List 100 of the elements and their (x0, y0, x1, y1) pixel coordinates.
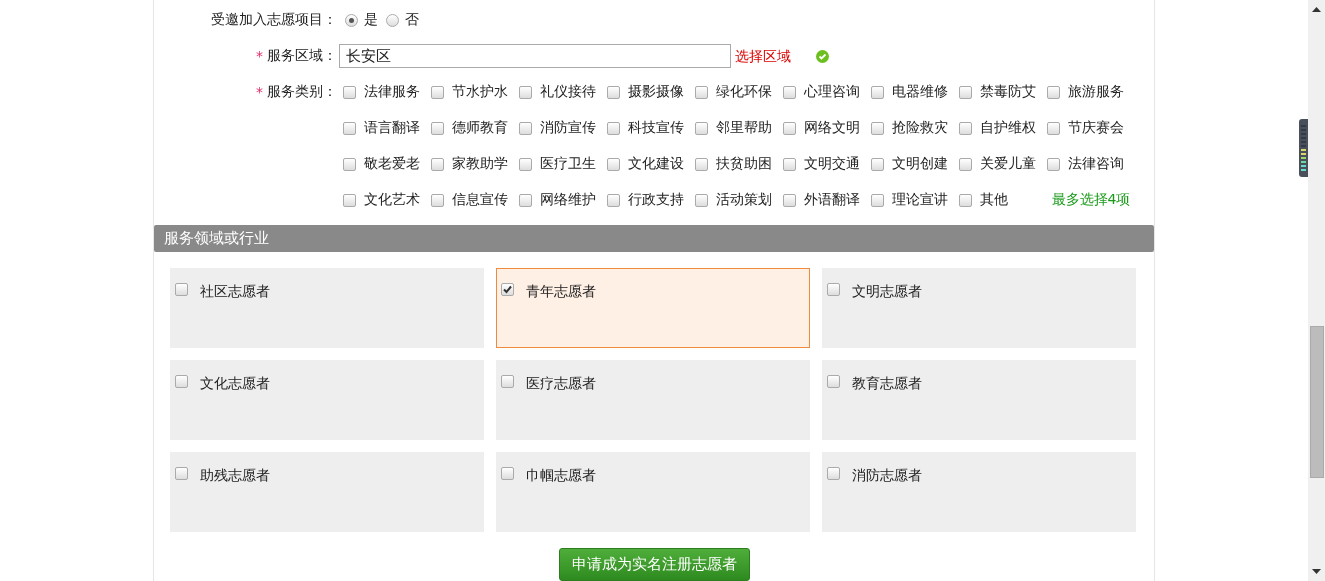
checkbox[interactable] (501, 283, 514, 296)
checkbox[interactable] (871, 86, 884, 99)
option-card[interactable]: 文化志愿者 (170, 360, 484, 440)
option-label: 德师教育 (452, 119, 508, 138)
option-label: 摄影摄像 (628, 83, 684, 102)
checkbox[interactable] (519, 122, 532, 135)
scroll-up-icon[interactable] (1312, 7, 1321, 12)
hint-text: 最多选择4项 (1050, 190, 1132, 210)
field-label: 服务区域： (267, 47, 337, 66)
checkbox[interactable] (695, 194, 708, 207)
option-label: 外语翻译 (804, 191, 860, 210)
checkbox[interactable] (343, 122, 356, 135)
checkbox[interactable] (959, 122, 972, 135)
radio-button[interactable] (386, 13, 399, 27)
option-label: 文明交通 (804, 155, 860, 174)
required-mark: * (256, 84, 263, 101)
option-label: 医疗卫生 (540, 155, 596, 174)
section-header: 服务领域或行业 (154, 225, 1154, 252)
checkbox[interactable] (871, 122, 884, 135)
option-label: 节庆赛会 (1068, 119, 1124, 138)
checkbox[interactable] (431, 122, 444, 135)
checkbox[interactable] (519, 86, 532, 99)
checkbox[interactable] (175, 375, 188, 388)
option-label: 消防宣传 (540, 119, 596, 138)
required-mark: * (256, 48, 263, 65)
scrollbar[interactable] (1308, 0, 1325, 581)
option-label: 关爱儿童 (980, 155, 1036, 174)
option-label: 电器维修 (892, 83, 948, 102)
option-label: 禁毒防艾 (980, 83, 1036, 102)
option-card[interactable]: 巾帼志愿者 (496, 452, 810, 532)
checkbox[interactable] (695, 122, 708, 135)
option-label: 自护维权 (980, 119, 1036, 138)
checkbox[interactable] (431, 158, 444, 171)
option-label: 网络文明 (804, 119, 860, 138)
option-label: 扶贫助困 (716, 155, 772, 174)
option-label: 旅游服务 (1068, 83, 1124, 102)
option-card[interactable]: 青年志愿者 (496, 268, 810, 348)
checkbox[interactable] (695, 158, 708, 171)
field-label: 受邀加入志愿项目： (211, 11, 337, 29)
checkbox[interactable] (1047, 122, 1060, 135)
checkbox[interactable] (695, 86, 708, 99)
checkbox[interactable] (607, 194, 620, 207)
checkbox[interactable] (827, 375, 840, 388)
option-label: 绿化环保 (716, 83, 772, 102)
submit-button[interactable]: 申请成为实名注册志愿者 (558, 548, 750, 581)
option-label: 心理咨询 (804, 83, 860, 102)
checkbox[interactable] (1047, 158, 1060, 171)
option-label: 否 (405, 11, 419, 29)
checkbox[interactable] (959, 158, 972, 171)
field-label: 服务类别： (267, 83, 337, 102)
checkbox[interactable] (343, 194, 356, 207)
checkbox[interactable] (783, 122, 796, 135)
option-label: 文化建设 (628, 155, 684, 174)
option-card[interactable]: 医疗志愿者 (496, 360, 810, 440)
option-label: 理论宣讲 (892, 191, 948, 210)
checkbox[interactable] (607, 122, 620, 135)
checkbox[interactable] (175, 283, 188, 296)
option-label: 语言翻译 (364, 119, 420, 138)
option-label: 科技宣传 (628, 119, 684, 138)
checkbox[interactable] (343, 86, 356, 99)
option-card[interactable]: 社区志愿者 (170, 268, 484, 348)
scrollbar-thumb[interactable] (1309, 326, 1324, 478)
checkbox[interactable] (871, 158, 884, 171)
checkbox[interactable] (607, 158, 620, 171)
option-label: 行政支持 (628, 191, 684, 210)
region-field[interactable]: 长安区 (339, 44, 731, 69)
checkbox[interactable] (175, 467, 188, 480)
checkbox[interactable] (431, 194, 444, 207)
select-region-link[interactable]: 选择区域 (735, 38, 791, 75)
level-meter-icon (1299, 119, 1308, 177)
checkbox[interactable] (827, 283, 840, 296)
checkbox[interactable] (871, 194, 884, 207)
checkbox[interactable] (959, 86, 972, 99)
option-label: 敬老爱老 (364, 155, 420, 174)
checkbox[interactable] (1047, 86, 1060, 99)
checkbox[interactable] (519, 158, 532, 171)
option-label: 文化艺术 (364, 191, 420, 210)
option-label: 法律咨询 (1068, 155, 1124, 174)
checkbox[interactable] (783, 158, 796, 171)
option-label: 文明创建 (892, 155, 948, 174)
option-card[interactable]: 文明志愿者 (822, 268, 1136, 348)
option-card[interactable]: 教育志愿者 (822, 360, 1136, 440)
checkbox[interactable] (431, 86, 444, 99)
option-card[interactable]: 消防志愿者 (822, 452, 1136, 532)
radio-button[interactable] (345, 13, 358, 27)
option-label: 邻里帮助 (716, 119, 772, 138)
checkbox[interactable] (501, 375, 514, 388)
checkbox[interactable] (501, 467, 514, 480)
checkbox[interactable] (783, 194, 796, 207)
checkbox[interactable] (519, 194, 532, 207)
option-label: 家教助学 (452, 155, 508, 174)
checkbox[interactable] (959, 194, 972, 207)
checkbox[interactable] (607, 86, 620, 99)
option-label: 法律服务 (364, 83, 420, 102)
scroll-down-icon[interactable] (1312, 569, 1321, 574)
checkbox[interactable] (343, 158, 356, 171)
option-label: 节水护水 (452, 83, 508, 102)
checkbox[interactable] (827, 467, 840, 480)
checkbox[interactable] (783, 86, 796, 99)
option-card[interactable]: 助残志愿者 (170, 452, 484, 532)
